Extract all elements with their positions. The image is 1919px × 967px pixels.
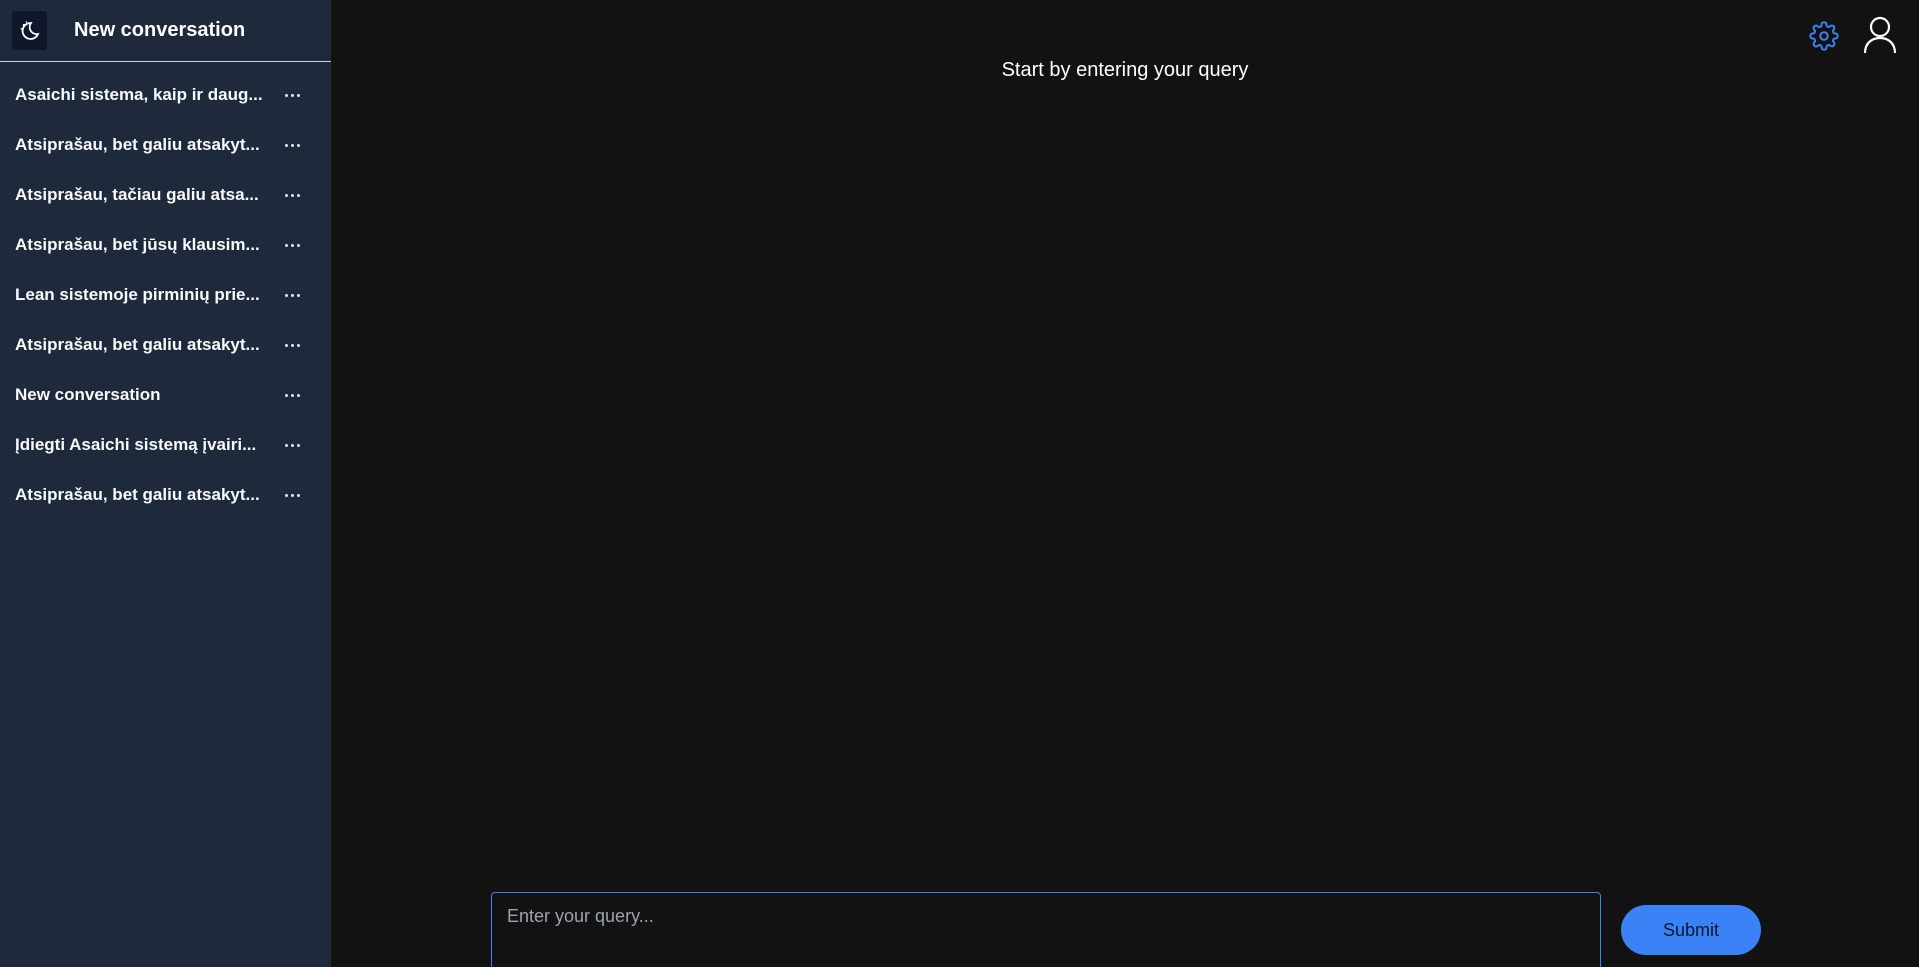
conversation-item[interactable]: New conversation [0,370,331,420]
conversation-item[interactable]: Atsiprašau, bet galiu atsakyt... [0,470,331,520]
user-icon[interactable] [1862,16,1898,54]
conversation-label: Atsiprašau, bet galiu atsakyt... [15,485,260,504]
conversation-item[interactable]: Atsiprašau, bet galiu atsakyt... [0,120,331,170]
conversation-label: Įdiegti Asaichi sistemą įvairi... [15,435,257,454]
page-heading: Start by entering your query [1001,59,1249,81]
gear-icon[interactable] [1809,21,1839,51]
new-conversation-title[interactable]: New conversation [74,19,245,42]
sidebar-header: New conversation [0,0,331,62]
conversation-label: Atsiprašau, bet jūsų klausim... [15,235,260,254]
more-options-icon[interactable] [281,235,303,255]
submit-button[interactable]: Submit [1621,905,1761,955]
more-options-icon[interactable] [281,285,303,305]
conversation-label: Atsiprašau, bet galiu atsakyt... [15,335,260,354]
conversation-item[interactable]: Atsiprašau, tačiau galiu atsa... [0,170,331,220]
more-options-icon[interactable] [281,485,303,505]
conversation-item[interactable]: Lean sistemoje pirminių prie... [0,270,331,320]
more-options-icon[interactable] [281,85,303,105]
conversation-list: Asaichi sistema, kaip ir daug... Atsipra… [0,62,331,520]
conversation-label: Atsiprašau, tačiau galiu atsa... [15,185,259,204]
moon-stars-icon[interactable] [12,11,47,50]
more-options-icon[interactable] [281,435,303,455]
conversation-label: Lean sistemoje pirminių prie... [15,285,260,304]
conversation-item[interactable]: Atsiprašau, bet galiu atsakyt... [0,320,331,370]
conversation-label: Atsiprašau, bet galiu atsakyt... [15,135,260,154]
more-options-icon[interactable] [281,335,303,355]
sidebar: New conversation Asaichi sistema, kaip i… [0,0,331,967]
conversation-label: Asaichi sistema, kaip ir daug... [15,85,263,104]
conversation-item[interactable]: Įdiegti Asaichi sistemą įvairi... [0,420,331,470]
conversation-item[interactable]: Asaichi sistema, kaip ir daug... [0,70,331,120]
more-options-icon[interactable] [281,385,303,405]
conversation-label: New conversation [15,385,161,404]
more-options-icon[interactable] [281,185,303,205]
conversation-item[interactable]: Atsiprašau, bet jūsų klausim... [0,220,331,270]
query-input[interactable] [491,892,1601,967]
more-options-icon[interactable] [281,135,303,155]
